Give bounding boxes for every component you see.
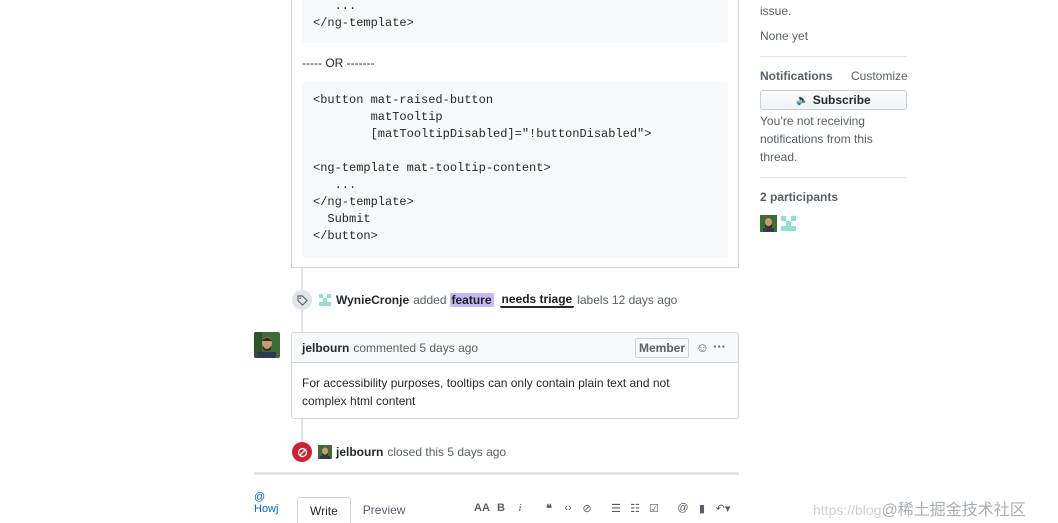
participants-heading: 2 participants [760, 190, 839, 204]
markdown-toolbar: AA B i ❝ ‹› ⊘ ☰ ☷ ☑ @ ▮ ↶▾ [474, 502, 736, 515]
timeline-line [301, 268, 303, 290]
italic-icon[interactable]: i [512, 502, 528, 515]
more-options-icon[interactable]: ··· [713, 339, 726, 354]
notifications-heading: Notifications [760, 69, 833, 83]
label-feature[interactable]: feature [449, 293, 494, 307]
or-separator: ----- OR ------- [302, 56, 375, 70]
customize-link[interactable]: Customize [851, 69, 908, 83]
event-author-link[interactable]: WynieCronje [336, 293, 409, 307]
participant-avatar-wyniecronje[interactable] [780, 215, 797, 232]
subscribe-button[interactable]: 🔈 Subscribe [760, 90, 907, 110]
smiley-icon[interactable]: ☺ [696, 340, 709, 355]
event-suffix: labels 12 days ago [577, 293, 678, 307]
tag-icon [292, 290, 312, 310]
comment-card: jelbourn commented 5 days ago Member ☺ ·… [291, 332, 739, 419]
closed-author-link[interactable]: jelbourn [336, 445, 383, 459]
closed-text: closed this 5 days ago [387, 445, 507, 459]
comment-body-continuation: ... </ng-template> ----- OR ------- <but… [291, 0, 739, 268]
avatar-wyniecronje[interactable] [318, 293, 332, 307]
circle-slash-icon [292, 442, 312, 462]
code-icon[interactable]: ‹› [560, 502, 576, 515]
closed-event: jelbourn closed this 5 days ago [292, 442, 506, 462]
timeline-divider [254, 472, 739, 475]
editor-tabs: Write Preview [297, 497, 417, 523]
avatar-jelbourn-small[interactable] [318, 445, 332, 459]
watermark: https://blog@稀土掘金技术社区 [813, 496, 1026, 520]
member-badge: Member [634, 338, 689, 358]
watermark-url: https://blog [813, 502, 882, 518]
comment-text: For accessibility purposes, tooltips can… [302, 376, 670, 408]
participant-avatar-jelbourn[interactable] [760, 215, 777, 232]
comment-author-link[interactable]: jelbourn [302, 341, 349, 355]
tab-write[interactable]: Write [297, 497, 351, 523]
label-needs-triage[interactable]: needs triage [499, 292, 575, 308]
event-action: added [413, 293, 447, 307]
code-block-main: <button mat-raised-button matTooltip [ma… [302, 82, 728, 258]
timeline-line [301, 419, 303, 443]
avatar-jelbourn[interactable] [254, 332, 280, 358]
sidebar-none-yet: None yet [760, 29, 809, 43]
speaker-icon: 🔈 [796, 94, 809, 106]
bold-icon[interactable]: B [493, 502, 509, 515]
labeled-event: WynieCronje added feature needs triage l… [292, 290, 677, 310]
mention-icon[interactable]: @ [675, 502, 691, 515]
numbered-list-icon[interactable]: ☷ [627, 502, 643, 515]
sidebar-issue-text: issue. [760, 4, 792, 18]
reply-icon[interactable]: ↶▾ [713, 502, 733, 515]
timeline-line [301, 310, 303, 332]
quote-icon[interactable]: ❝ [541, 502, 557, 515]
header-icon[interactable]: AA [474, 502, 490, 515]
code-block-top: ... </ng-template> [302, 0, 728, 43]
watermark-text: @稀土掘金技术社区 [881, 502, 1026, 519]
link-icon[interactable]: ⊘ [579, 502, 595, 515]
bullet-list-icon[interactable]: ☰ [608, 502, 624, 515]
broken-avatar-image: @ Howj [254, 491, 279, 515]
task-list-icon[interactable]: ☑ [646, 502, 662, 515]
notification-status-text: You’re not receiving notifications from … [760, 114, 873, 164]
tab-preview[interactable]: Preview [351, 497, 418, 523]
bookmark-icon[interactable]: ▮ [694, 502, 710, 515]
sidebar-divider [760, 177, 907, 178]
comment-timestamp[interactable]: commented 5 days ago [353, 341, 478, 355]
subscribe-label: Subscribe [812, 93, 871, 107]
sidebar-divider [760, 56, 907, 57]
